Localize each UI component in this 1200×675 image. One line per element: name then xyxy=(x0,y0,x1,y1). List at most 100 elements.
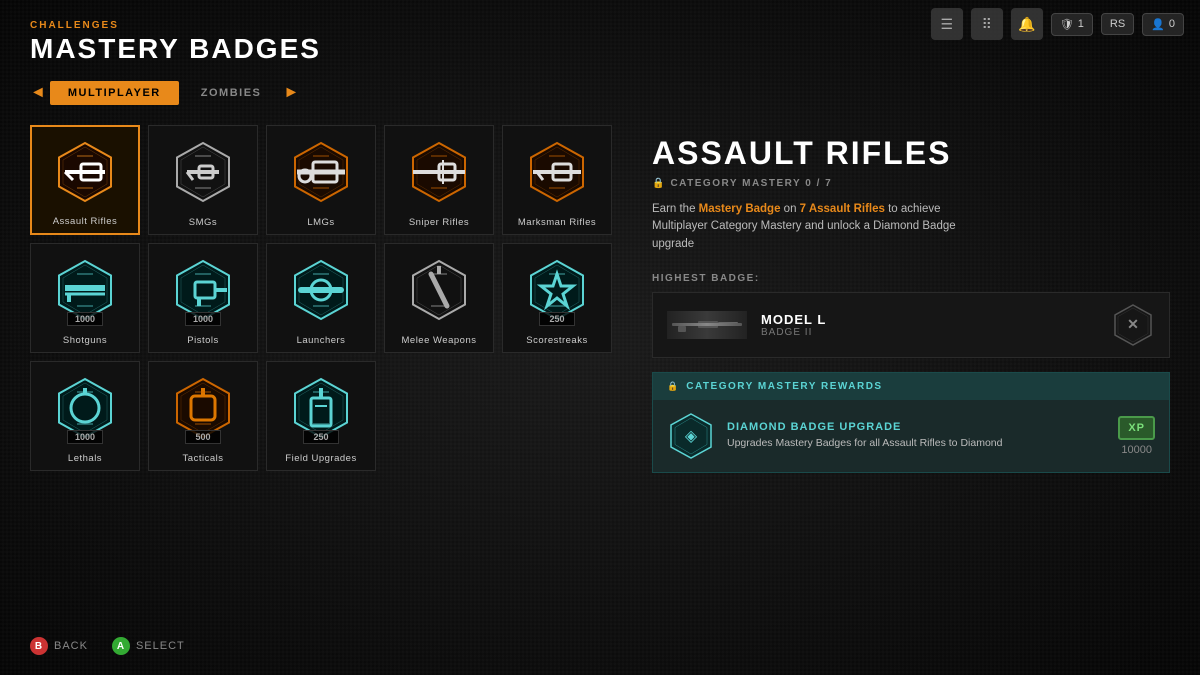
weapon-label-melee-weapons: Melee Weapons xyxy=(402,335,477,346)
weapon-count-field-upgrades: 250 xyxy=(303,430,339,444)
weapon-count-tacticals: 500 xyxy=(185,430,221,444)
badge-weapon-name: MODEL L xyxy=(761,312,1097,327)
weapon-cell-tacticals[interactable]: 500 Tacticals xyxy=(148,361,258,471)
rewards-section: 🔒 CATEGORY MASTERY REWARDS ◈ DIAMOND BAD… xyxy=(652,372,1170,473)
weapon-label-scorestreaks: Scorestreaks xyxy=(526,335,587,346)
xp-badge: XP xyxy=(1118,416,1155,440)
weapon-cell-lmgs[interactable]: LMGs xyxy=(266,125,376,235)
weapon-label-pistols: Pistols xyxy=(187,335,218,346)
weapon-cell-launchers[interactable]: Launchers xyxy=(266,243,376,353)
weapon-cell-assault-rifles[interactable]: Assault Rifles xyxy=(30,125,140,235)
detail-panel: ASSAULT RIFLES 🔒 CATEGORY MASTERY 0 / 7 … xyxy=(652,125,1170,655)
reward-description: DIAMOND BADGE UPGRADE Upgrades Mastery B… xyxy=(727,421,1106,451)
shield-icon: 🛡 xyxy=(1060,18,1074,31)
rs-badge: RS xyxy=(1101,13,1134,35)
tab-left-arrow[interactable]: ◄ xyxy=(30,84,46,102)
weapon-label-launchers: Launchers xyxy=(297,335,346,346)
notifications-icon[interactable]: 🔔 xyxy=(1011,8,1043,40)
mastery-description: Earn the Mastery Badge on 7 Assault Rifl… xyxy=(652,201,962,253)
weapon-icon-area-sniper-rifles xyxy=(385,126,493,217)
back-button[interactable]: B BACK xyxy=(30,637,88,655)
weapon-icon-area-melee-weapons xyxy=(385,244,493,335)
category-mastery-row: 🔒 CATEGORY MASTERY 0 / 7 xyxy=(652,178,1170,189)
weapon-label-assault-rifles: Assault Rifles xyxy=(53,216,118,227)
weapon-cell-scorestreaks[interactable]: 250 Scorestreaks xyxy=(502,243,612,353)
select-button[interactable]: A SELECT xyxy=(112,637,185,655)
category-mastery-label: CATEGORY MASTERY 0 / 7 xyxy=(670,178,832,189)
tabs-row: ◄ Multiplayer Zombies ► xyxy=(30,81,1170,105)
weapon-label-marksman-rifles: Marksman Rifles xyxy=(518,217,596,228)
weapon-silhouette-icon xyxy=(668,313,746,337)
weapon-cell-shotguns[interactable]: 1000 Shotguns xyxy=(30,243,140,353)
xp-amount: 10000 xyxy=(1121,444,1152,456)
profile-count: 0 xyxy=(1169,18,1175,30)
weapon-cell-sniper-rifles[interactable]: Sniper Rifles xyxy=(384,125,494,235)
tab-zombies[interactable]: Zombies xyxy=(183,81,280,105)
profile-icon: 👤 xyxy=(1151,18,1165,31)
bottom-bar: B BACK A SELECT xyxy=(30,637,185,655)
b-button-icon: B xyxy=(30,637,48,655)
reward-text: Upgrades Mastery Badges for all Assault … xyxy=(727,436,1106,451)
weapon-count-pistols: 1000 xyxy=(185,312,221,326)
profile-badge: 👤 0 xyxy=(1142,13,1184,36)
badge-hex-icon: ✕ xyxy=(1111,303,1155,347)
badge-weapon-image xyxy=(667,311,747,339)
weapon-icon-area-assault-rifles xyxy=(32,127,138,216)
hex-badge-melee-weapons xyxy=(407,258,471,322)
tab-multiplayer[interactable]: Multiplayer xyxy=(50,81,179,105)
weapon-count-lethals: 1000 xyxy=(67,430,103,444)
reward-diamond-icon: ◈ xyxy=(685,426,697,446)
rewards-header-text: CATEGORY MASTERY REWARDS xyxy=(686,381,882,392)
content-split: Assault Rifles SMGs LMGs xyxy=(30,125,1170,655)
weapon-label-lmgs: LMGs xyxy=(307,217,334,228)
weapon-label-sniper-rifles: Sniper Rifles xyxy=(409,217,469,228)
weapon-label-shotguns: Shotguns xyxy=(63,335,107,346)
weapon-cell-lethals[interactable]: 1000 Lethals xyxy=(30,361,140,471)
a-button-icon: A xyxy=(112,637,130,655)
rs-label: RS xyxy=(1110,18,1125,30)
weapon-label-tacticals: Tacticals xyxy=(183,453,224,464)
badge-x-mark: ✕ xyxy=(1127,316,1139,333)
weapon-grid-area: Assault Rifles SMGs LMGs xyxy=(30,125,612,655)
weapon-icon-area-marksman-rifles xyxy=(503,126,611,217)
weapon-grid: Assault Rifles SMGs LMGs xyxy=(30,125,612,471)
hex-badge-sniper-rifles xyxy=(407,140,471,204)
reward-xp: XP 10000 xyxy=(1118,416,1155,456)
highest-badge-label: HIGHEST BADGE: xyxy=(652,273,1170,284)
weapon-label-smgs: SMGs xyxy=(189,217,217,228)
grid-icon[interactable]: ⠿ xyxy=(971,8,1003,40)
weapon-cell-marksman-rifles[interactable]: Marksman Rifles xyxy=(502,125,612,235)
reward-hex-icon: ◈ xyxy=(667,412,715,460)
top-navigation-bar: ☰ ⠿ 🔔 🛡 1 RS 👤 0 xyxy=(915,0,1200,48)
weapon-label-lethals: Lethals xyxy=(68,453,102,464)
weapon-icon-area-smgs xyxy=(149,126,257,217)
hex-badge-marksman-rifles xyxy=(525,140,589,204)
detail-category-name: ASSAULT RIFLES xyxy=(652,135,1170,172)
weapon-cell-melee-weapons[interactable]: Melee Weapons xyxy=(384,243,494,353)
weapon-count-shotguns: 1000 xyxy=(67,312,103,326)
hex-badge-smgs xyxy=(171,140,235,204)
lock-icon: 🔒 xyxy=(652,178,664,189)
rewards-body: ◈ DIAMOND BADGE UPGRADE Upgrades Mastery… xyxy=(653,400,1169,472)
badge-tier: BADGE II xyxy=(761,327,1097,338)
weapon-cell-pistols[interactable]: 1000 Pistols xyxy=(148,243,258,353)
rewards-header: 🔒 CATEGORY MASTERY REWARDS xyxy=(653,373,1169,400)
shield-count: 1 xyxy=(1078,18,1084,30)
weapon-count-scorestreaks: 250 xyxy=(539,312,575,326)
tab-right-arrow[interactable]: ► xyxy=(283,84,299,102)
hex-badge-launchers xyxy=(289,258,353,322)
weapon-cell-smgs[interactable]: SMGs xyxy=(148,125,258,235)
badge-info: MODEL L BADGE II xyxy=(761,312,1097,338)
hex-badge-assault-rifles xyxy=(53,140,117,204)
main-content: Challenges Mastery Badges ◄ Multiplayer … xyxy=(0,0,1200,675)
shield-badge: 🛡 1 xyxy=(1051,13,1093,36)
reward-name: DIAMOND BADGE UPGRADE xyxy=(727,421,1106,433)
rewards-lock-icon: 🔒 xyxy=(667,381,678,392)
select-label: SELECT xyxy=(136,640,185,652)
weapon-icon-area-lmgs xyxy=(267,126,375,217)
weapon-cell-field-upgrades[interactable]: 250Field Upgrades xyxy=(266,361,376,471)
hex-badge-lmgs xyxy=(289,140,353,204)
highest-badge-card: MODEL L BADGE II ✕ xyxy=(652,292,1170,358)
menu-icon[interactable]: ☰ xyxy=(931,8,963,40)
back-label: BACK xyxy=(54,640,88,652)
